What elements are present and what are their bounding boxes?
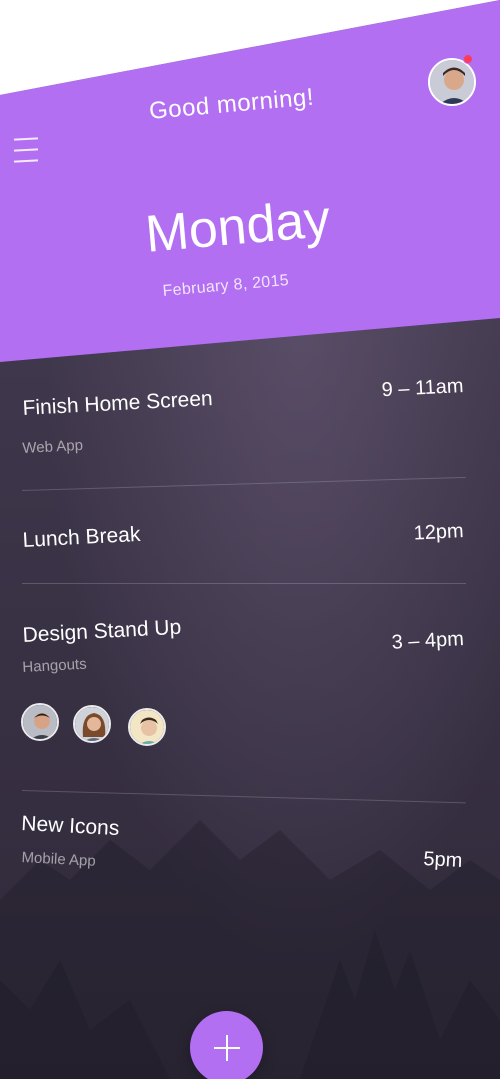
event-title: New Icons	[20, 812, 120, 841]
attendee-avatar[interactable]	[73, 705, 111, 743]
event-time: 5pm	[422, 847, 463, 872]
event-subtitle: Web App	[22, 436, 84, 457]
divider	[22, 583, 466, 584]
event-time: 9 – 11am	[381, 375, 465, 402]
menu-icon[interactable]	[13, 137, 42, 172]
notification-badge	[463, 54, 473, 64]
user-avatar[interactable]	[428, 58, 476, 106]
plus-icon	[213, 1034, 240, 1061]
attendee-avatar[interactable]	[21, 703, 59, 741]
header-banner	[0, 0, 500, 362]
event-time: 12pm	[413, 520, 465, 545]
add-event-button[interactable]	[190, 1011, 263, 1079]
attendee-avatar[interactable]	[128, 708, 166, 746]
event-time: 3 – 4pm	[390, 628, 465, 654]
event-subtitle: Hangouts	[22, 655, 88, 676]
